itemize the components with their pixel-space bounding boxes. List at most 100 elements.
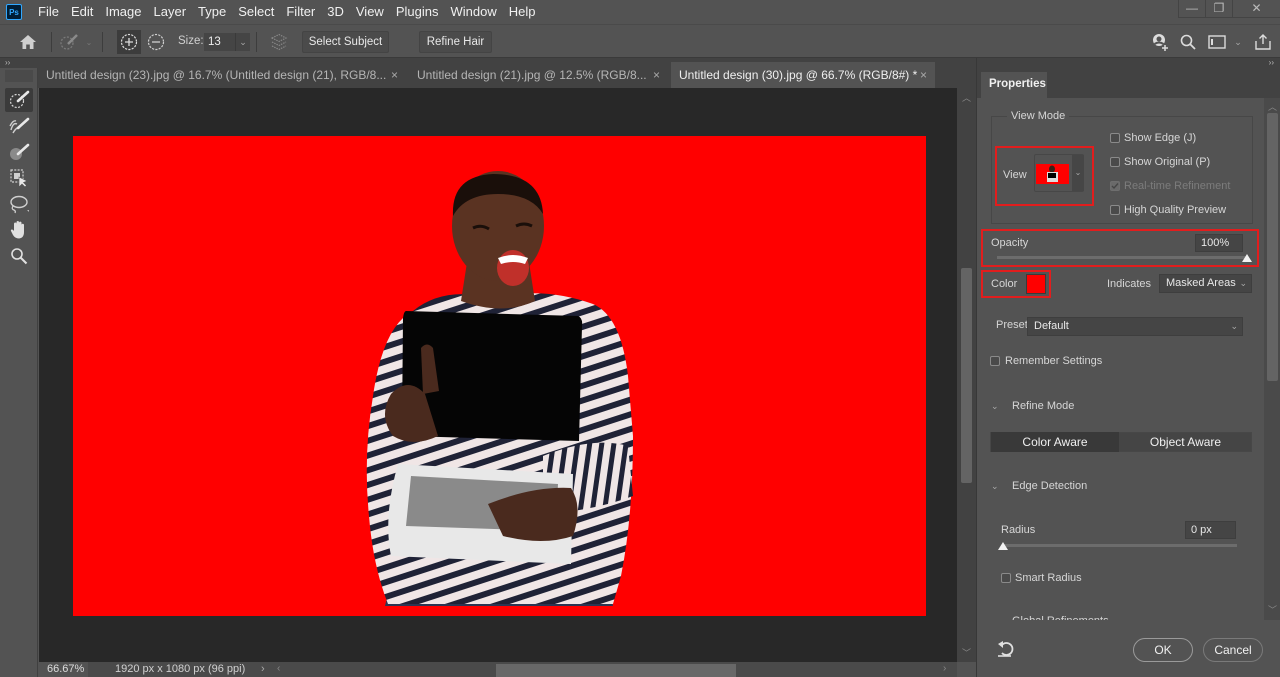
tab-close-icon[interactable]: × [920,62,927,88]
add-to-selection-icon[interactable] [117,30,141,54]
vertical-scroll-thumb[interactable] [961,268,972,483]
properties-panel: ︿ ﹀ View Mode View ⌄ Show Edge (J) Show … [976,98,1280,677]
panel-scrollbar[interactable]: ︿ ﹀ [1264,98,1280,620]
menu-select[interactable]: Select [232,0,280,24]
view-mode-dropdown[interactable]: ⌄ [1034,154,1084,192]
radius-input[interactable]: 0 px [1185,521,1236,539]
tab-document-23[interactable]: Untitled design (23).jpg @ 16.7% (Untitl… [38,62,406,88]
scroll-right-icon[interactable]: › [943,663,946,674]
tab-properties[interactable]: Properties [981,72,1047,98]
global-refinements-title[interactable]: Global Refinements [1012,615,1109,620]
object-aware-option[interactable]: Object Aware [1120,432,1251,452]
panel-tabs: Properties [976,72,1280,98]
window-controls: — ❐ ✕ [1178,0,1280,18]
sample-all-layers-icon[interactable] [268,31,290,53]
canvas-vertical-scrollbar[interactable]: ︿ ﹀ [957,88,976,662]
toolbar-collapse-button[interactable]: ›› [0,58,38,68]
share-icon[interactable] [1252,31,1274,53]
reset-icon[interactable] [997,640,1017,661]
tab-close-icon[interactable]: × [653,62,660,88]
status-menu-arrow-icon[interactable]: › [261,662,265,677]
zoom-tool-icon[interactable] [5,244,33,268]
opacity-slider-thumb[interactable] [1242,254,1252,262]
zoom-level-field[interactable]: 66.67% [39,662,88,677]
tab-document-30[interactable]: Untitled design (30).jpg @ 66.7% (RGB/8#… [671,62,935,88]
status-bar: 66.67% 1920 px x 1080 px (96 ppi) › ‹ › [39,662,957,677]
scroll-up-icon[interactable]: ︿ [962,91,971,104]
show-original-checkbox[interactable] [1110,157,1120,167]
menu-layer[interactable]: Layer [148,0,193,24]
subtract-from-selection-icon[interactable] [145,31,167,53]
panel-scroll-down-icon[interactable]: ﹀ [1268,603,1277,616]
lasso-tool-icon[interactable] [5,192,33,216]
cancel-button[interactable]: Cancel [1203,638,1263,662]
menu-3d[interactable]: 3D [321,0,350,24]
ok-button[interactable]: OK [1133,638,1193,662]
document-info: 1920 px x 1080 px (96 ppi) [115,663,246,675]
size-dropdown-chevron-icon[interactable]: ⌄ [235,33,250,51]
scroll-left-icon[interactable]: ‹ [277,663,280,674]
document-canvas[interactable] [73,136,926,616]
menu-image[interactable]: Image [99,0,147,24]
radius-label: Radius [1001,524,1036,536]
opacity-slider-track[interactable] [997,256,1247,259]
color-swatch[interactable] [1026,274,1046,294]
refine-edge-brush-icon[interactable] [5,114,33,138]
color-aware-option[interactable]: Color Aware [991,432,1119,452]
opacity-input[interactable]: 100% [1195,234,1243,252]
home-icon[interactable] [17,31,39,53]
restore-button[interactable]: ❐ [1205,0,1232,18]
preset-dropdown[interactable]: Default ⌄ [1027,317,1243,336]
hand-tool-icon[interactable] [5,218,33,242]
radius-slider-thumb[interactable] [998,542,1008,550]
panel-scroll-thumb[interactable] [1267,113,1278,381]
refine-mode-title[interactable]: Refine Mode [1012,400,1074,412]
workspace-icon[interactable] [1206,31,1228,53]
show-edge-checkbox[interactable] [1110,133,1120,143]
smart-radius-label: Smart Radius [1015,572,1082,584]
share-user-icon[interactable] [1149,31,1171,53]
view-dropdown-chevron-icon[interactable]: ⌄ [1072,155,1084,191]
tab-document-21[interactable]: Untitled design (21).jpg @ 12.5% (RGB/8.… [409,62,668,88]
size-input[interactable]: 13 [204,33,236,51]
refine-mode-chevron-icon[interactable]: ⌄ [991,401,999,412]
search-icon[interactable] [1177,31,1199,53]
quick-selection-tool-icon[interactable] [5,88,33,112]
realtime-refinement-checkbox[interactable] [1110,181,1120,191]
menu-type[interactable]: Type [192,0,232,24]
preset-label: Preset [996,319,1028,331]
smart-radius-checkbox[interactable] [1001,573,1011,583]
toolbar-grip[interactable] [5,70,33,82]
refine-hair-button[interactable]: Refine Hair [419,31,492,53]
minimize-button[interactable]: — [1178,0,1205,18]
menu-file[interactable]: File [32,0,65,24]
close-window-button[interactable]: ✕ [1232,0,1280,18]
workspace-chevron-icon[interactable]: ⌄ [1231,31,1245,53]
menu-help[interactable]: Help [503,0,542,24]
brush-preset-icon[interactable] [58,31,80,53]
edge-detection-chevron-icon[interactable]: ⌄ [991,481,999,492]
horizontal-scroll-thumb[interactable] [496,664,736,677]
menu-filter[interactable]: Filter [280,0,321,24]
panel-scroll-up-icon[interactable]: ︿ [1268,100,1277,113]
canvas-horizontal-scrollbar[interactable]: ‹ › [272,662,957,677]
indicates-dropdown[interactable]: Masked Areas ⌄ [1159,274,1252,293]
menu-view[interactable]: View [350,0,390,24]
menu-window[interactable]: Window [444,0,502,24]
high-quality-preview-checkbox[interactable] [1110,205,1120,215]
select-subject-button[interactable]: Select Subject [302,31,389,53]
menu-plugins[interactable]: Plugins [390,0,445,24]
brush-preset-chevron-icon[interactable]: ⌄ [82,31,96,53]
scroll-down-icon[interactable]: ﹀ [962,646,971,659]
radius-slider-track[interactable] [1003,544,1237,547]
tab-close-icon[interactable]: × [391,62,398,88]
chevron-down-icon: ⌄ [1239,278,1247,288]
menu-bar: Ps File Edit Image Layer Type Select Fil… [0,0,1280,24]
object-selection-icon[interactable] [5,166,33,190]
menu-edit[interactable]: Edit [65,0,99,24]
canvas-area[interactable] [39,88,957,662]
remember-settings-checkbox[interactable] [990,356,1000,366]
brush-tool-icon[interactable] [5,140,33,164]
edge-detection-title[interactable]: Edge Detection [1012,480,1087,492]
panel-collapse-icon[interactable]: ›› [1269,58,1274,67]
